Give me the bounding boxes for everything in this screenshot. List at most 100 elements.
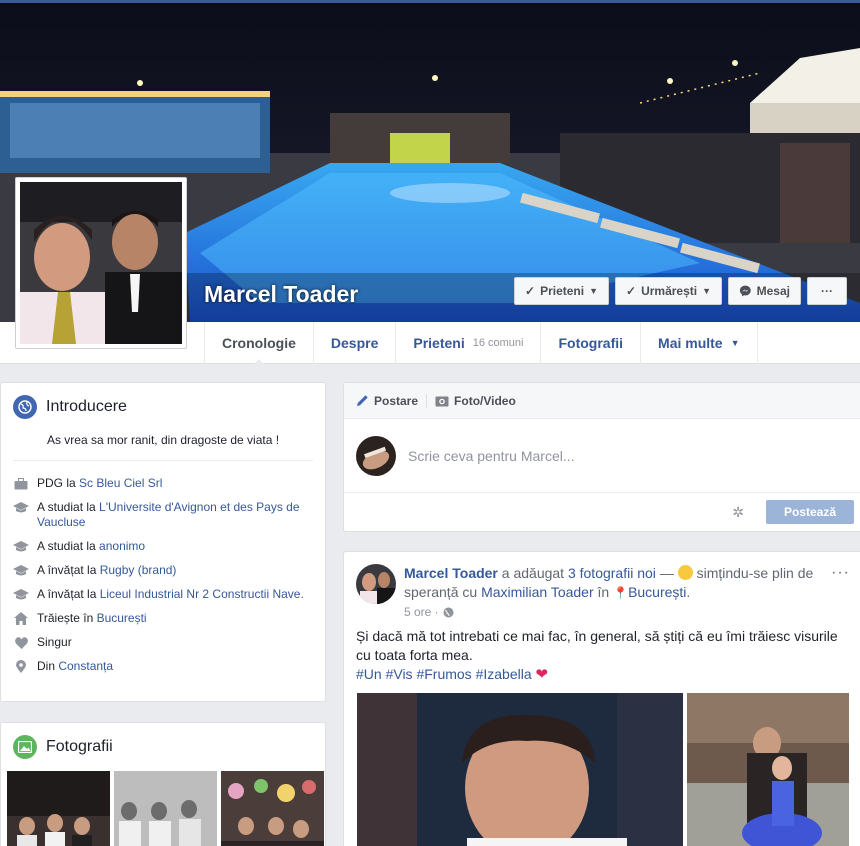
graduation-cap-icon [13,539,29,554]
post-header-text: Marcel Toader a adăugat 3 fotografii noi… [404,564,834,603]
tab-label: Despre [330,335,379,351]
fact-link[interactable]: Rugby (brand) [100,563,177,577]
fact-work: PDG la Sc Bleu Ciel Srl [13,476,313,491]
fact-hometown: Din Constanța [13,659,313,674]
camera-icon [435,396,449,406]
location-pin-icon: 📍 [613,586,629,600]
tab-more[interactable]: Mai multe ▼ [640,322,758,364]
intro-facts: PDG la Sc Bleu Ciel Srl A studiat la L'U… [1,461,325,674]
photo-thumbnail[interactable] [221,771,324,846]
post-in-text: în [593,584,614,600]
fact-link[interactable]: anonimo [99,539,145,553]
settings-gear-icon[interactable]: ✲ [732,504,744,521]
briefcase-icon [13,476,29,491]
smiley-emoji-icon [677,565,693,580]
post-hashtags: #Un #Vis #Frumos #Izabella ❤ [344,665,860,684]
intro-title: Introducere [46,398,127,415]
graduation-cap-icon [13,587,29,602]
caret-down-icon: ▼ [730,338,740,348]
globe-icon [13,395,37,419]
composer-tab-label: Foto/Video [454,393,516,408]
composer-tab-photo-video[interactable]: Foto/Video [435,394,516,408]
fact-relationship: Singur [13,635,313,650]
tab-timeline[interactable]: Cronologie [204,322,313,365]
post-dash: — [655,565,678,581]
fact-education: A studiat la L'Universite d'Avignon et d… [13,500,313,530]
post-options-button[interactable]: ··· [831,564,850,582]
fact-text: A învățat la [37,587,100,601]
photos-link[interactable]: 3 fotografii noi [568,565,656,581]
post-body-text: Și dacă mă tot intrebati ce mai fac, în … [356,628,838,663]
friends-button-label: Prieteni [540,284,585,298]
fact-text: PDG la [37,476,80,490]
post-text-input[interactable]: Scrie ceva pentru Marcel... [408,448,575,464]
photo-thumbnail[interactable] [7,771,110,846]
fact-text: Singur [37,635,72,649]
fact-text: A studiat la [37,500,100,514]
more-dots-icon: ··· [821,284,833,298]
fact-link[interactable]: Constanța [58,659,113,673]
location-pin-icon [13,659,29,674]
globe-privacy-icon [443,607,454,617]
caret-down-icon: ▼ [589,286,598,296]
photos-title: Fotografii [46,738,113,755]
fact-link[interactable]: Liceul Industrial Nr 2 Constructii Nave. [100,587,304,601]
tab-label: Fotografii [558,335,624,351]
fact-link[interactable]: București [97,611,147,625]
graduation-cap-icon [13,500,29,515]
red-heart-emoji-icon: ❤ [535,666,549,683]
composer-tab-post[interactable]: Postare [356,394,418,408]
hashtag-links[interactable]: #Un #Vis #Frumos #Izabella [356,666,532,682]
location-link[interactable]: 📍București [613,584,686,600]
cover-action-buttons: ✓ Prieteni ▼ ✓ Urmărești ▼ Mesaj ··· [514,277,847,305]
tab-about[interactable]: Despre [312,322,395,364]
location-name: București [628,584,687,600]
checkmark-icon: ✓ [525,284,536,298]
fact-link[interactable]: Sc Bleu Ciel Srl [79,476,162,490]
message-button[interactable]: Mesaj [728,277,801,305]
graduation-cap-icon [13,563,29,578]
tagged-friend-link[interactable]: Maximilian Toader [481,584,594,600]
fact-text: A învățat la [37,563,100,577]
fact-text: Din [37,659,59,673]
tab-friends[interactable]: Prieteni 16 comuni [395,322,540,364]
post-timestamp[interactable]: 5 ore · [404,605,834,619]
post-button[interactable]: Postează [766,500,854,524]
mutual-friends-count: 16 comuni [472,337,524,349]
photo-thumbnail[interactable] [114,771,217,846]
profile-name[interactable]: Marcel Toader [204,281,358,308]
tab-label: Cronologie [222,335,296,351]
post-photo-main[interactable] [357,693,683,846]
messenger-icon [739,285,751,297]
user-avatar[interactable] [356,435,396,476]
post-photo-secondary[interactable] [687,693,849,846]
pencil-icon [357,395,368,406]
post-time-text: 5 ore · [404,605,439,619]
post-composer: Postare Foto/Video Scrie ceva pentru Mar… [343,382,860,532]
tab-photos[interactable]: Fotografii [540,322,640,364]
caret-down-icon: ▼ [702,286,712,296]
tab-label: Mai multe [658,335,723,351]
friends-button[interactable]: ✓ Prieteni ▼ [514,277,609,305]
checkmark-icon: ✓ [626,284,637,298]
follow-button[interactable]: ✓ Urmărești ▼ [615,277,722,305]
profile-photo-image [20,182,182,344]
photos-card: Fotografii [0,722,326,846]
fact-education: A învățat la Rugby (brand) [13,563,313,578]
post-dot: . [686,584,691,600]
message-button-label: Mesaj [756,284,790,298]
post-author-avatar[interactable] [356,564,396,604]
tab-label: Prieteni [413,335,465,351]
follow-button-label: Urmărești [641,284,698,298]
photos-icon [13,735,37,759]
profile-picture[interactable] [15,177,187,349]
fact-text: A studiat la [37,539,100,553]
fact-lives-in: Trăiește în București [13,611,313,626]
intro-card: Introducere As vrea sa mor ranit, din dr… [0,382,326,702]
fact-education: A învățat la Liceul Industrial Nr 2 Cons… [13,587,313,602]
more-options-button[interactable]: ··· [807,277,847,305]
fact-education: A studiat la anonimo [13,539,313,554]
post-author-name[interactable]: Marcel Toader [404,565,498,581]
heart-icon [13,635,29,650]
home-icon [13,611,29,626]
